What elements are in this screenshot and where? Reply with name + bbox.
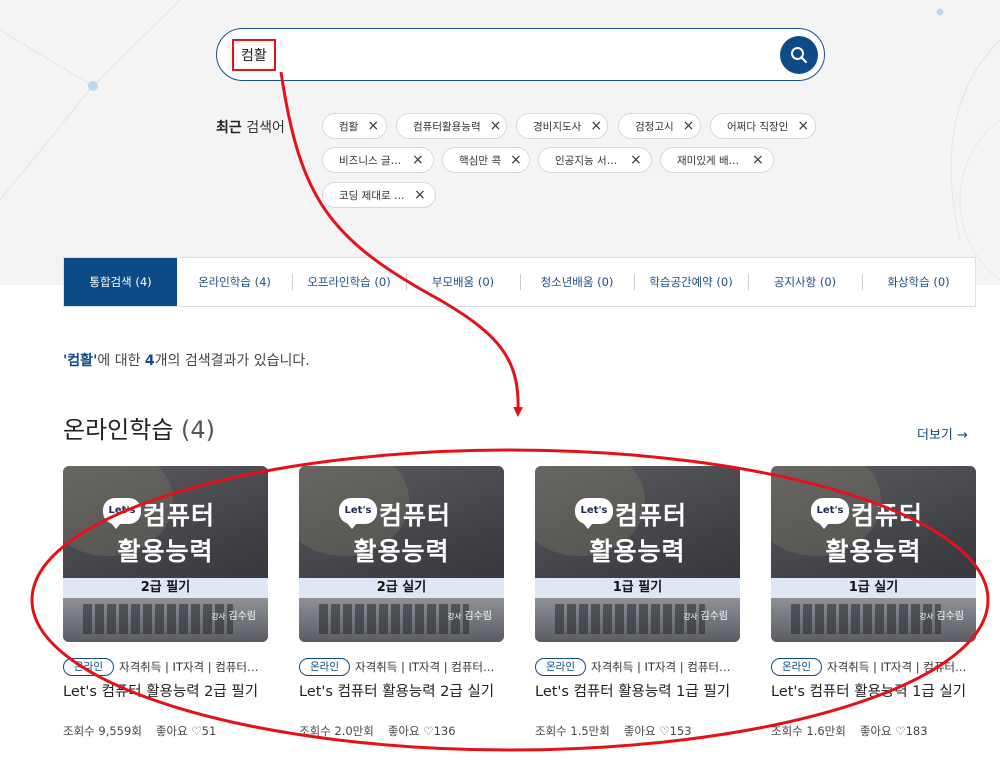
- tab-notices[interactable]: 공지사항 (0): [748, 258, 862, 306]
- course-card[interactable]: Let's 컴퓨터 활용능력 1급 필기 강사 김수림 온라인 자격취득 | IT자…: [535, 466, 740, 739]
- course-category: 자격취득 | IT자격 | 컴퓨터활용능력: [354, 660, 495, 674]
- thumbnail-title-line2: 활용능력: [589, 537, 686, 566]
- close-icon[interactable]: ×: [630, 153, 642, 167]
- instructor-name: 강사 김수림: [211, 611, 256, 622]
- tab-online-learning[interactable]: 온라인학습 (4): [177, 258, 292, 306]
- heart-icon: ♡183: [895, 724, 928, 738]
- heart-icon: ♡136: [423, 724, 456, 738]
- thumbnail-title-line1: 컴퓨터: [615, 501, 688, 530]
- close-icon[interactable]: ×: [414, 188, 426, 202]
- course-category: 자격취득 | IT자격 | 컴퓨터활용능력: [826, 660, 967, 674]
- result-category-tabs: 통합검색 (4) 온라인학습 (4) 오프라인학습 (0) 부모배움 (0) 청…: [63, 257, 976, 307]
- tab-space-reservation[interactable]: 학습공간예약 (0): [634, 258, 748, 306]
- lets-logo: Let's: [811, 498, 849, 529]
- course-thumbnail[interactable]: Let's 컴퓨터 활용능력 1급 필기 강사 김수림: [535, 466, 740, 642]
- tab-integrated-search[interactable]: 통합검색 (4): [64, 258, 177, 306]
- recent-search-chip[interactable]: 인공지능 서… ×: [538, 147, 652, 173]
- recent-search-chip[interactable]: 핵심만 콕 ×: [442, 147, 530, 173]
- thumbnail-title-line2: 활용능력: [825, 537, 922, 566]
- course-level-band: 1급 실기: [771, 578, 976, 598]
- course-title[interactable]: Let's 컴퓨터 활용능력 1급 실기: [771, 680, 976, 701]
- more-link[interactable]: 더보기 →: [917, 424, 968, 443]
- close-icon[interactable]: ×: [590, 119, 602, 133]
- course-title[interactable]: Let's 컴퓨터 활용능력 1급 필기: [535, 680, 740, 701]
- lets-logo: Let's: [103, 498, 141, 529]
- recent-search-chip[interactable]: 코딩 제대로 … ×: [322, 182, 436, 208]
- course-card[interactable]: Let's 컴퓨터 활용능력 2급 필기 강사 김수림 온라인 자격취득 | IT자…: [63, 466, 268, 739]
- tab-youth-learning[interactable]: 청소년배움 (0): [520, 258, 634, 306]
- course-thumbnail[interactable]: Let's 컴퓨터 활용능력 2급 실기 강사 김수림: [299, 466, 504, 642]
- search-bar[interactable]: 컴활: [216, 28, 825, 81]
- search-button[interactable]: [780, 36, 818, 74]
- online-tag: 온라인: [535, 658, 586, 676]
- recent-search-label: 최근 검색어: [216, 120, 285, 136]
- course-thumbnail[interactable]: Let's 컴퓨터 활용능력 1급 실기 강사 김수림: [771, 466, 976, 642]
- course-thumbnail[interactable]: Let's 컴퓨터 활용능력 2급 필기 강사 김수림: [63, 466, 268, 642]
- course-stats: 조회수 1.6만회 좋아요 ♡183: [771, 724, 928, 738]
- close-icon[interactable]: ×: [683, 119, 695, 133]
- thumbnail-title-line1: 컴퓨터: [143, 501, 216, 530]
- recent-search-chip[interactable]: 컴퓨터활용능력 ×: [396, 113, 507, 139]
- close-icon[interactable]: ×: [367, 119, 379, 133]
- course-stats: 조회수 9,559회 좋아요 ♡51: [63, 724, 217, 738]
- course-category: 자격취득 | IT자격 | 컴퓨터활용능력: [118, 660, 259, 674]
- close-icon[interactable]: ×: [490, 119, 502, 133]
- course-level-band: 1급 필기: [535, 578, 740, 598]
- instructor-name: 강사 김수림: [447, 611, 492, 622]
- recent-search-chip[interactable]: 검정고시 ×: [618, 113, 701, 139]
- recent-search-chip[interactable]: 컴활 ×: [322, 113, 387, 139]
- tab-offline-learning[interactable]: 오프라인학습 (0): [292, 258, 406, 306]
- recent-search-chip[interactable]: 비즈니스 글… ×: [322, 147, 434, 173]
- search-icon: [791, 47, 807, 63]
- lets-logo: Let's: [575, 498, 613, 529]
- course-level-band: 2급 실기: [299, 578, 504, 598]
- tab-video-learning[interactable]: 화상학습 (0): [862, 258, 975, 306]
- course-card[interactable]: Let's 컴퓨터 활용능력 2급 실기 강사 김수림 온라인 자격취득 | IT자…: [299, 466, 504, 739]
- instructor-name: 강사 김수림: [919, 611, 964, 622]
- result-summary: '컴활'에 대한 4개의 검색결과가 있습니다.: [63, 353, 310, 369]
- section-title: 온라인학습 (4): [63, 416, 216, 444]
- course-category: 자격취득 | IT자격 | 컴퓨터활용능력: [590, 660, 731, 674]
- heart-icon: ♡51: [191, 724, 217, 738]
- lets-logo: Let's: [339, 498, 377, 529]
- online-tag: 온라인: [771, 658, 822, 676]
- thumbnail-title-line2: 활용능력: [117, 537, 214, 566]
- course-title[interactable]: Let's 컴퓨터 활용능력 2급 실기: [299, 680, 504, 701]
- course-level-band: 2급 필기: [63, 578, 268, 598]
- course-stats: 조회수 1.5만회 좋아요 ♡153: [535, 724, 692, 738]
- search-input[interactable]: 컴활: [232, 39, 276, 71]
- course-card[interactable]: Let's 컴퓨터 활용능력 1급 실기 강사 김수림 온라인 자격취득 | IT자…: [771, 466, 976, 739]
- instructor-name: 강사 김수림: [683, 611, 728, 622]
- thumbnail-title-line1: 컴퓨터: [379, 501, 452, 530]
- heart-icon: ♡153: [659, 724, 692, 738]
- course-title[interactable]: Let's 컴퓨터 활용능력 2급 필기: [63, 680, 268, 701]
- tab-parent-learning[interactable]: 부모배움 (0): [406, 258, 520, 306]
- close-icon[interactable]: ×: [797, 119, 809, 133]
- thumbnail-title-line1: 컴퓨터: [851, 501, 924, 530]
- recent-search-chip[interactable]: 재미있게 배… ×: [660, 147, 774, 173]
- recent-search-chip[interactable]: 어쩌다 직장인 ×: [710, 113, 816, 139]
- online-tag: 온라인: [299, 658, 350, 676]
- close-icon[interactable]: ×: [752, 153, 764, 167]
- course-stats: 조회수 2.0만회 좋아요 ♡136: [299, 724, 456, 738]
- recent-search-chip[interactable]: 경비지도사 ×: [516, 113, 608, 139]
- close-icon[interactable]: ×: [412, 153, 424, 167]
- online-tag: 온라인: [63, 658, 114, 676]
- close-icon[interactable]: ×: [510, 153, 522, 167]
- thumbnail-title-line2: 활용능력: [353, 537, 450, 566]
